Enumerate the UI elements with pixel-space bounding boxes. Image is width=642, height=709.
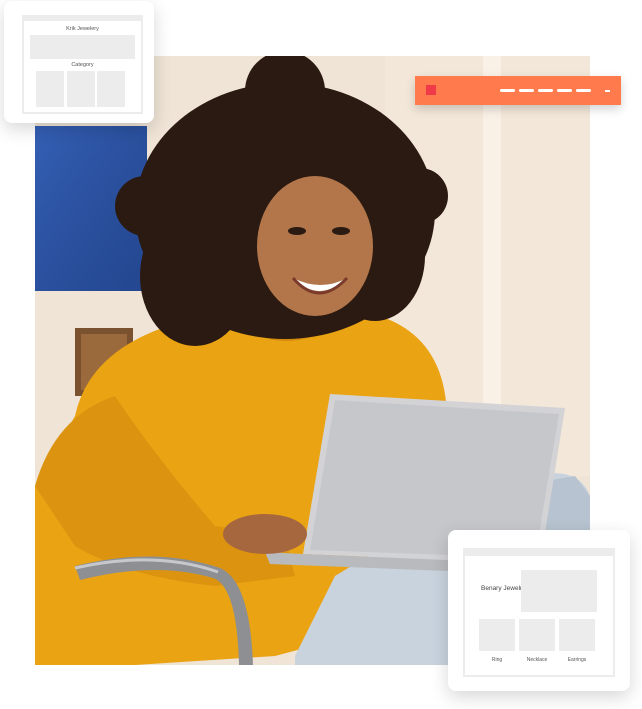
browser-strip <box>465 550 613 556</box>
product-tile <box>479 619 515 651</box>
category-label-ring: Ring <box>491 657 503 663</box>
category-tile <box>36 71 64 107</box>
section-label: Category <box>71 62 94 68</box>
store-title: Krik Jewelery <box>66 26 99 32</box>
category-tile <box>67 71 95 107</box>
red-square-icon <box>426 85 436 95</box>
nav-dash <box>538 89 553 92</box>
browser-strip <box>24 17 141 21</box>
store-preview-card-top: Krik Jewelery Category <box>4 1 154 123</box>
nav-dash <box>557 89 572 92</box>
store-preview-frame: Benary Jewelry Ring Necklace Earrings <box>463 548 615 677</box>
category-label-necklace: Necklace <box>526 657 548 663</box>
nav-dash <box>500 89 515 92</box>
nav-dash <box>519 89 534 92</box>
product-tile <box>519 619 555 651</box>
store-preview-frame: Krik Jewelery Category <box>22 15 143 114</box>
nav-dash <box>576 89 591 92</box>
orange-nav-bar <box>415 76 621 105</box>
hero-placeholder <box>521 570 597 612</box>
category-label-earrings: Earrings <box>567 657 587 663</box>
store-preview-card-bottom: Benary Jewelry Ring Necklace Earrings <box>448 530 630 691</box>
product-tile <box>559 619 595 651</box>
category-tile <box>97 71 125 107</box>
menu-minus-icon <box>605 90 610 92</box>
banner-placeholder <box>30 35 135 59</box>
